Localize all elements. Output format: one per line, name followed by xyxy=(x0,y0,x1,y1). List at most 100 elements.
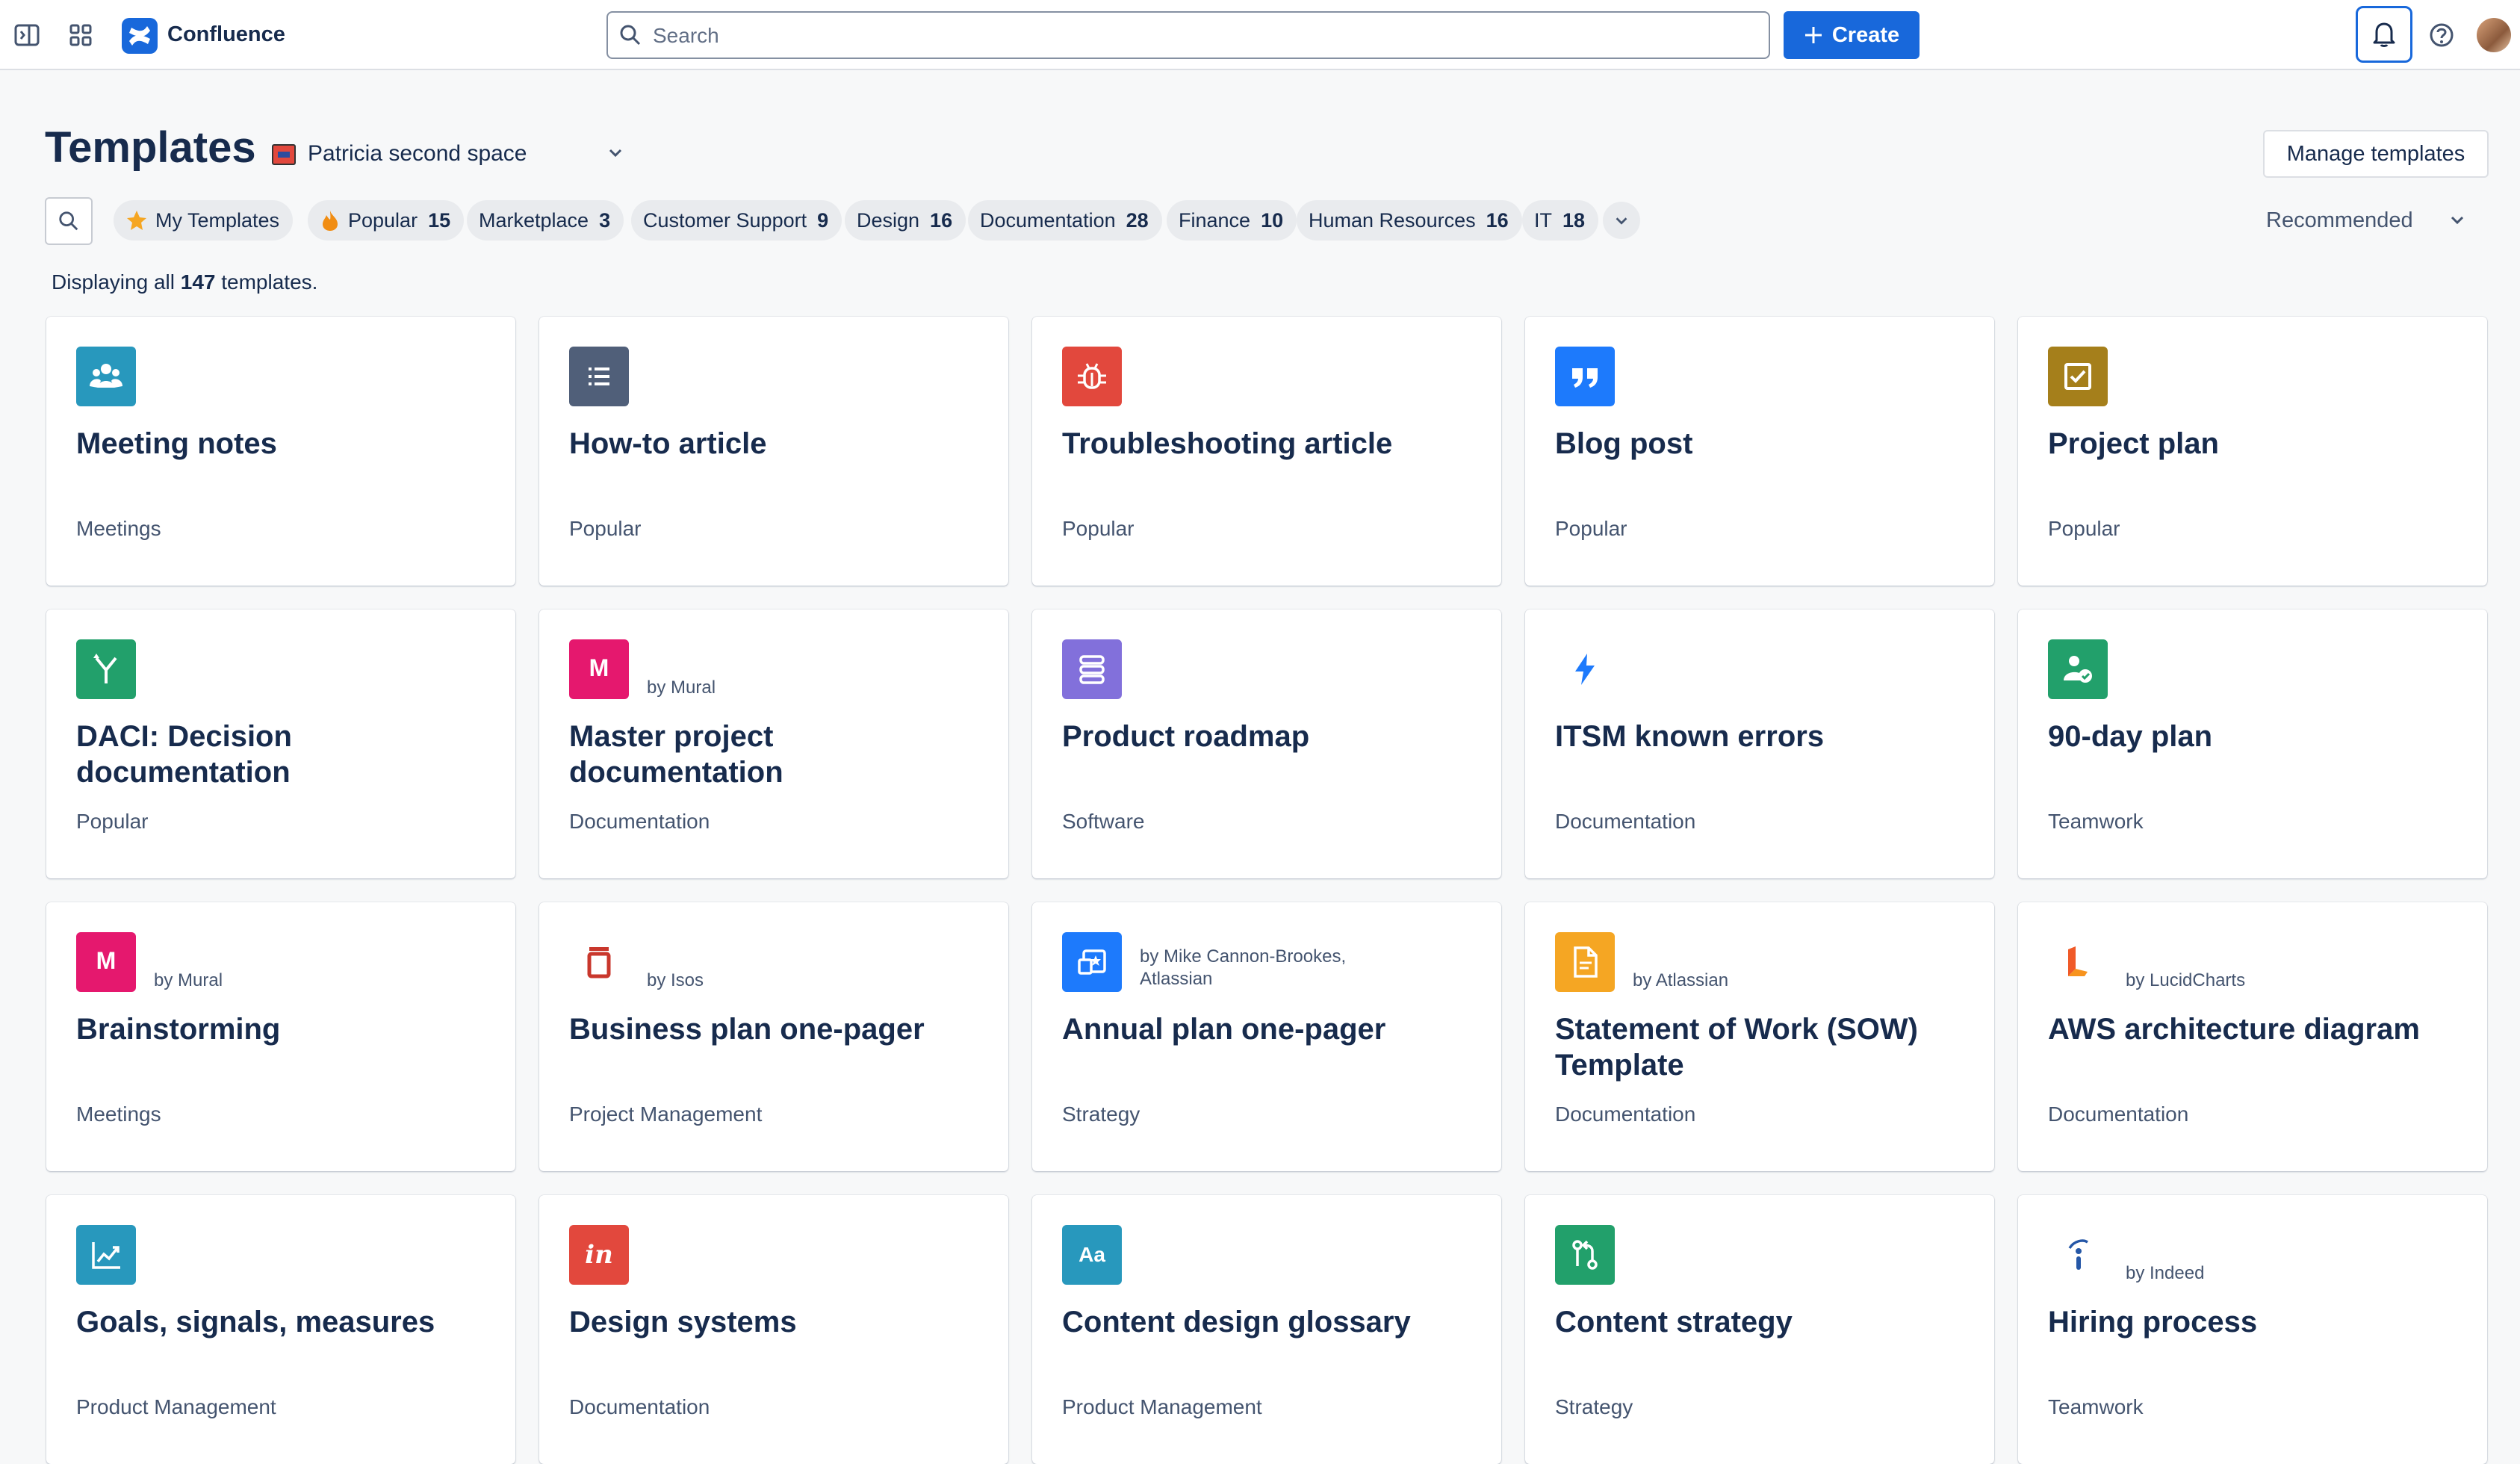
template-title: Brainstorming xyxy=(76,1013,281,1046)
chevron-down-icon[interactable] xyxy=(2448,211,2466,232)
filter-chip-finance[interactable]: Finance 10 xyxy=(1167,200,1297,241)
app-switcher-icon[interactable] xyxy=(64,19,97,52)
branch-icon xyxy=(76,639,136,699)
filter-chip-documentation[interactable]: Documentation 28 xyxy=(968,200,1162,241)
filter-chip-it[interactable]: IT 18 xyxy=(1522,200,1599,241)
template-author: by Atlassian xyxy=(1633,970,1729,990)
text-icon: Aa xyxy=(1062,1225,1122,1285)
template-title: Content strategy xyxy=(1555,1306,1793,1339)
template-card-how-to-article[interactable]: How-to article Popular xyxy=(539,317,1008,586)
search-icon xyxy=(618,23,642,51)
search-input[interactable]: Search xyxy=(606,11,1770,59)
template-category: Popular xyxy=(76,810,149,833)
quote-icon xyxy=(1555,347,1615,406)
help-icon xyxy=(2430,23,2454,47)
template-category: Software xyxy=(1062,810,1145,833)
chevron-down-icon[interactable] xyxy=(606,143,624,165)
space-selector[interactable]: Patricia second space xyxy=(308,141,527,167)
template-title: How-to article xyxy=(569,427,767,460)
template-card-aws-architecture-diagram[interactable]: by LucidCharts AWS architecture diagram … xyxy=(2018,902,2487,1171)
template-category: Documentation xyxy=(1555,810,1696,833)
template-title: Hiring process xyxy=(2048,1306,2258,1339)
template-card-daci[interactable]: DACI: Decision documentation Popular xyxy=(46,610,515,878)
template-title: Master project documentation xyxy=(569,720,783,789)
mural-icon: M xyxy=(76,932,136,992)
template-category: Strategy xyxy=(1555,1395,1633,1418)
svg-text:in: in xyxy=(585,1240,613,1270)
create-button[interactable]: Create xyxy=(1784,11,1920,59)
template-title: Statement of Work (SOW) Template xyxy=(1555,1013,1918,1082)
svg-text:M: M xyxy=(96,947,117,974)
flow-icon xyxy=(1555,1225,1615,1285)
template-title: Product roadmap xyxy=(1062,720,1310,753)
search-icon xyxy=(59,211,78,231)
svg-text:Aa: Aa xyxy=(1079,1243,1105,1266)
template-title: Business plan one-pager xyxy=(569,1013,925,1046)
template-title: Goals, signals, measures xyxy=(76,1306,435,1339)
filter-search-button[interactable] xyxy=(45,197,93,245)
lucid-icon xyxy=(2048,932,2108,992)
template-card-goals-signals-measures[interactable]: Goals, signals, measures Product Managem… xyxy=(46,1195,515,1464)
template-category: Product Management xyxy=(76,1395,276,1418)
template-card-content-design-glossary[interactable]: Aa Content design glossary Product Manag… xyxy=(1032,1195,1501,1464)
filter-chip-popular[interactable]: Popular 15 xyxy=(308,200,465,241)
template-card-master-project-documentation[interactable]: M by Mural Master project documentation … xyxy=(539,610,1008,878)
template-author: by Mural xyxy=(647,677,716,698)
template-author: by LucidCharts xyxy=(2126,970,2246,990)
svg-text:M: M xyxy=(589,654,609,681)
confluence-logo-icon[interactable] xyxy=(122,18,158,54)
help-button[interactable] xyxy=(2423,16,2460,54)
template-category: Popular xyxy=(569,517,642,540)
template-category: Documentation xyxy=(569,1395,710,1418)
template-title: Blog post xyxy=(1555,427,1693,460)
indeed-icon xyxy=(2048,1225,2108,1285)
plan-icon xyxy=(1062,932,1122,992)
bell-icon xyxy=(2373,22,2395,47)
avatar[interactable] xyxy=(2477,18,2511,52)
template-card-content-strategy[interactable]: Content strategy Strategy xyxy=(1525,1195,1994,1464)
template-category: Documentation xyxy=(1555,1102,1696,1126)
template-author: by Mural xyxy=(154,970,223,990)
template-card-troubleshooting-article[interactable]: Troubleshooting article Popular xyxy=(1032,317,1501,586)
template-title: Troubleshooting article xyxy=(1062,427,1393,460)
template-title: Content design glossary xyxy=(1062,1306,1411,1339)
list-icon xyxy=(569,347,629,406)
template-category: Documentation xyxy=(2048,1102,2189,1126)
bug-icon xyxy=(1062,347,1122,406)
template-card-brainstorming[interactable]: M by Mural Brainstorming Meetings xyxy=(46,902,515,1171)
sidebar-toggle-icon[interactable] xyxy=(10,19,43,52)
chart-icon xyxy=(76,1225,136,1285)
template-card-design-systems[interactable]: in Design systems Documentation xyxy=(539,1195,1008,1464)
create-label: Create xyxy=(1831,22,1900,47)
more-filters-button[interactable] xyxy=(1603,202,1640,239)
template-title: Project plan xyxy=(2048,427,2219,460)
manage-templates-button[interactable]: Manage templates xyxy=(2263,130,2489,178)
template-card-annual-plan-one-pager[interactable]: by Mike Cannon-Brookes, Atlassian Annual… xyxy=(1032,902,1501,1171)
template-card-itsm-known-errors[interactable]: ITSM known errors Documentation xyxy=(1525,610,1994,878)
template-card-business-plan-one-pager[interactable]: by Isos Business plan one-pager Project … xyxy=(539,902,1008,1171)
filter-chip-design[interactable]: Design 16 xyxy=(845,200,966,241)
template-card-90-day-plan[interactable]: 90-day plan Teamwork xyxy=(2018,610,2487,878)
sort-select[interactable]: Recommended xyxy=(2266,208,2413,233)
template-card-statement-of-work[interactable]: by Atlassian Statement of Work (SOW) Tem… xyxy=(1525,902,1994,1171)
template-card-hiring-process[interactable]: by Indeed Hiring process Teamwork xyxy=(2018,1195,2487,1464)
template-card-project-plan[interactable]: Project plan Popular xyxy=(2018,317,2487,586)
template-category: Project Management xyxy=(569,1102,763,1126)
notifications-button[interactable] xyxy=(2356,6,2412,63)
filter-chip-marketplace[interactable]: Marketplace 3 xyxy=(467,200,624,241)
app-name[interactable]: Confluence xyxy=(167,22,285,47)
filter-chip-my-templates[interactable]: My Templates xyxy=(114,200,294,241)
space-flag-icon xyxy=(272,144,296,165)
star-icon xyxy=(125,209,148,232)
template-category: Teamwork xyxy=(2048,1395,2144,1418)
template-card-meeting-notes[interactable]: Meeting notes Meetings xyxy=(46,317,515,586)
isos-icon xyxy=(569,932,629,992)
template-title: Annual plan one-pager xyxy=(1062,1013,1386,1046)
template-card-blog-post[interactable]: Blog post Popular xyxy=(1525,317,1994,586)
filter-chip-customer-support[interactable]: Customer Support 9 xyxy=(631,200,842,241)
template-title: Meeting notes xyxy=(76,427,277,460)
filter-chip-human-resources[interactable]: Human Resources 16 xyxy=(1297,200,1522,241)
template-category: Popular xyxy=(1062,517,1135,540)
template-card-product-roadmap[interactable]: Product roadmap Software xyxy=(1032,610,1501,878)
template-category: Meetings xyxy=(76,1102,161,1126)
